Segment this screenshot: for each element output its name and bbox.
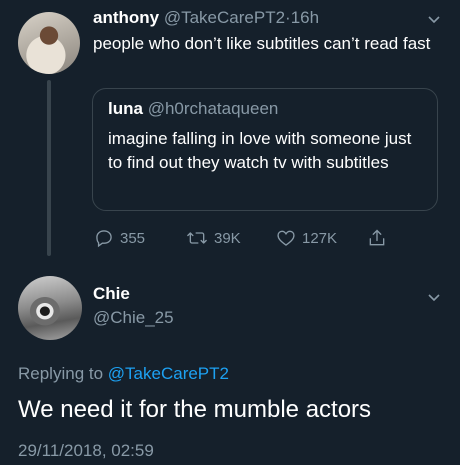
reply-count: 355 — [120, 229, 146, 247]
retweet-icon — [187, 232, 207, 244]
quoted-header: luna @h0rchataqueen — [108, 99, 278, 119]
reply-timestamp[interactable]: 29/11/2018, 02:59 — [18, 441, 154, 461]
avatar-chie[interactable] — [18, 276, 82, 340]
quoted-author-name: luna — [108, 99, 143, 118]
chevron-down-icon[interactable] — [428, 16, 440, 24]
replying-to-handle[interactable]: @TakeCarePT2 — [108, 364, 229, 383]
reply-action[interactable]: 355 — [94, 228, 145, 248]
replying-to: Replying to @TakeCarePT2 — [18, 364, 229, 384]
thread-line — [47, 80, 51, 256]
quoted-tweet[interactable]: luna @h0rchataqueen imagine falling in l… — [92, 88, 438, 211]
share-action[interactable] — [367, 228, 387, 248]
replying-prefix: Replying to — [18, 364, 104, 383]
author-name[interactable]: anthony — [93, 8, 159, 27]
retweet-action[interactable]: 39K — [186, 228, 241, 248]
reply-icon — [96, 230, 112, 248]
tweet-text: people who don’t like subtitles can’t re… — [93, 34, 431, 53]
tweet-time[interactable]: 16h — [291, 8, 319, 27]
retweet-count: 39K — [214, 229, 241, 247]
chevron-down-icon[interactable] — [428, 294, 440, 302]
quoted-author-handle: @h0rchataqueen — [147, 99, 279, 118]
like-action[interactable]: 127K — [276, 228, 337, 248]
like-count: 127K — [302, 229, 338, 247]
avatar-anthony[interactable] — [18, 12, 80, 74]
share-icon — [369, 229, 385, 246]
reply-author-name[interactable]: Chie — [93, 284, 130, 304]
reply-text: We need it for the mumble actors — [18, 396, 372, 423]
reply-author-handle[interactable]: @Chie_25 — [93, 308, 174, 328]
like-icon — [277, 230, 295, 246]
author-handle[interactable]: @TakeCarePT2 — [164, 8, 285, 27]
tweet-header: anthony @TakeCarePT2·16h — [93, 8, 319, 28]
quoted-text: imagine falling in love with someone jus… — [108, 129, 412, 172]
